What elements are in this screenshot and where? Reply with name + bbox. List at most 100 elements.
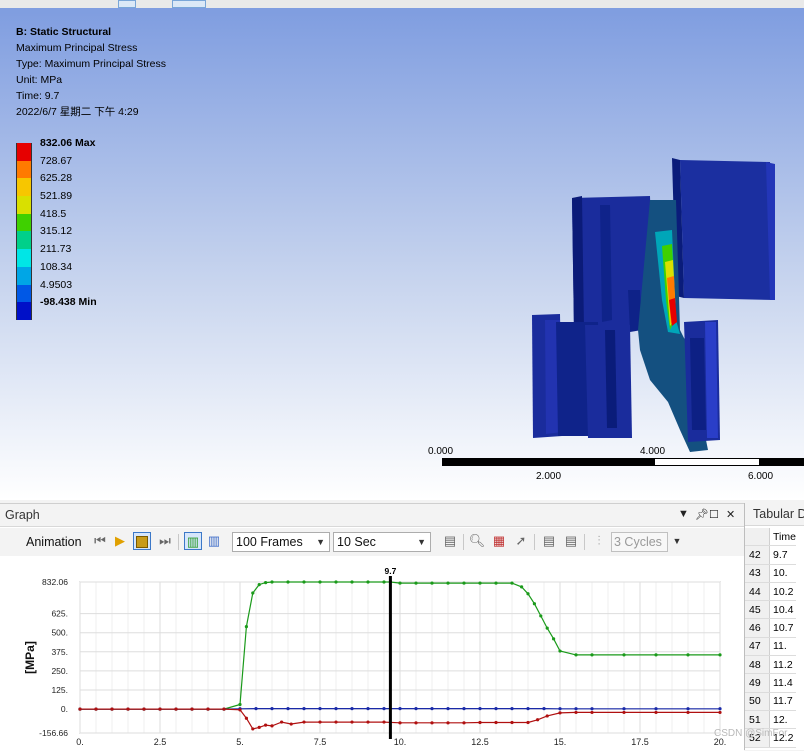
distributed-frames-icon[interactable]: ▥ — [184, 532, 202, 550]
previous-frame-icon[interactable]: ⏮ — [91, 532, 109, 550]
data-point-min — [174, 707, 178, 711]
time-cell[interactable]: 12. — [769, 710, 796, 730]
data-point-min — [478, 720, 482, 725]
result-frames-icon[interactable]: ▥ — [205, 532, 223, 550]
copy-data-icon[interactable]: ▤ — [540, 532, 558, 550]
row-index: 49 — [745, 673, 770, 693]
data-point-max — [718, 653, 722, 657]
data-point-max — [251, 591, 255, 595]
zoom-to-fit-icon[interactable]: 🔍︎ — [468, 532, 486, 550]
dropdown-icon[interactable]: ▼ — [678, 508, 689, 520]
chart-series-icon[interactable]: ▦ — [490, 532, 508, 550]
y-tick-label: 375. — [51, 647, 68, 657]
paste-data-icon[interactable]: ▤ — [562, 532, 580, 550]
current-time-label: 9.7 — [384, 566, 396, 576]
duration-value: 10 Sec — [337, 535, 376, 549]
data-point-min — [446, 721, 450, 725]
graph-header: Graph ▼ 📌︎ ☐ ✕ — [0, 504, 744, 527]
table-row[interactable]: 45 10.4 — [745, 600, 796, 620]
time-cell[interactable]: 11.7 — [769, 692, 796, 711]
next-frame-icon[interactable]: ⏭ — [156, 532, 174, 550]
table-row[interactable]: 51 12. — [745, 710, 796, 730]
data-point-min — [142, 707, 146, 711]
maximize-icon[interactable]: ☐ — [709, 508, 719, 521]
x-tick-label: 15. — [554, 737, 567, 747]
close-icon[interactable]: ✕ — [726, 508, 735, 521]
export-video-icon[interactable]: ▤ — [441, 532, 459, 550]
toolbar-button[interactable] — [118, 0, 136, 8]
row-index: 42 — [745, 545, 770, 565]
time-cell[interactable]: 11. — [769, 637, 796, 657]
data-point-min — [622, 710, 626, 715]
table-row[interactable]: 42 9.7 — [745, 545, 796, 565]
table-row[interactable]: 43 10. — [745, 564, 796, 583]
time-cell[interactable]: 10.7 — [769, 618, 796, 638]
scale-label: 6.000 — [748, 471, 774, 482]
x-tick-label: 2.5 — [154, 737, 167, 747]
time-cell[interactable]: 11.4 — [769, 673, 796, 693]
data-point-min — [222, 707, 226, 711]
y-axis-label: [MPa] — [23, 641, 37, 674]
data-point-avg — [254, 707, 258, 711]
duration-select[interactable]: 10 Sec ▼ — [333, 532, 431, 552]
cycles-dropdown-icon[interactable]: ▼ — [668, 532, 686, 550]
zoom-tool-icon[interactable]: ➚ — [512, 532, 530, 550]
row-index: 50 — [745, 692, 770, 711]
data-point-avg — [302, 707, 306, 711]
mesh-model[interactable] — [0, 8, 804, 500]
stop-button[interactable] — [133, 532, 151, 550]
geometry-viewport[interactable]: B: Static Structural Maximum Principal S… — [0, 8, 804, 500]
data-point-min — [430, 721, 434, 725]
frames-value: 100 Frames — [236, 535, 303, 549]
data-point-max — [238, 702, 242, 707]
x-tick-label: 0. — [76, 737, 84, 747]
graph-panel: Graph ▼ 📌︎ ☐ ✕ Animation ⏮ ▶ ⏭ ▥ ▥ 100 F… — [0, 503, 744, 751]
data-point-max — [654, 653, 658, 657]
row-index: 45 — [745, 600, 770, 620]
time-cell[interactable]: 9.7 — [769, 545, 796, 565]
table-row[interactable]: 49 11.4 — [745, 673, 796, 693]
table-row[interactable]: 44 10.2 — [745, 582, 796, 602]
time-cell[interactable]: 10.2 — [769, 582, 796, 602]
row-index: 48 — [745, 655, 770, 675]
frames-select[interactable]: 100 Frames ▼ — [232, 532, 330, 552]
play-icon[interactable]: ▶ — [111, 532, 129, 550]
data-point-max — [510, 581, 514, 585]
toolbar-button[interactable] — [172, 0, 206, 8]
table-row[interactable]: 46 10.7 — [745, 618, 796, 638]
row-index: 44 — [745, 582, 770, 602]
data-point-avg — [382, 707, 386, 711]
time-cell[interactable]: 10. — [769, 564, 796, 583]
data-point-avg — [718, 707, 722, 711]
data-point-min — [414, 721, 418, 725]
table-row[interactable]: 50 11.7 — [745, 692, 796, 711]
data-point-avg — [686, 707, 690, 711]
table-row[interactable]: 47 11. — [745, 637, 796, 657]
y-tick-label: 625. — [51, 609, 68, 619]
graph-title: Graph — [5, 508, 40, 522]
data-point-max — [686, 653, 690, 657]
data-point-max — [286, 580, 290, 584]
data-point-min — [654, 710, 658, 715]
data-point-avg — [622, 707, 626, 711]
data-point-max — [414, 581, 418, 585]
data-point-avg — [446, 707, 450, 711]
cycles-value: 3 Cycles — [614, 535, 662, 549]
results-chart[interactable]: 0. 2.5 5. 7.5 10. 12.5 15. 17.5 20.832.06625.500… — [0, 556, 744, 751]
time-column-header[interactable]: Time — [769, 528, 796, 547]
pin-icon[interactable]: 📌︎ — [695, 508, 709, 521]
data-point-avg — [478, 707, 482, 711]
toolbar-separator — [178, 534, 179, 550]
data-point-min — [686, 710, 690, 715]
right-column-blocks — [684, 320, 720, 442]
data-point-max — [552, 637, 556, 641]
data-point-avg — [654, 707, 658, 711]
data-point-min — [366, 720, 370, 724]
data-point-max — [478, 581, 482, 585]
animation-label: Animation — [26, 535, 82, 549]
tabular-header: Tabular Data — [745, 503, 804, 526]
time-cell[interactable]: 11.2 — [769, 655, 796, 675]
time-cell[interactable]: 10.4 — [769, 600, 796, 620]
table-row[interactable]: 48 11.2 — [745, 655, 796, 675]
row-index: 43 — [745, 564, 770, 583]
